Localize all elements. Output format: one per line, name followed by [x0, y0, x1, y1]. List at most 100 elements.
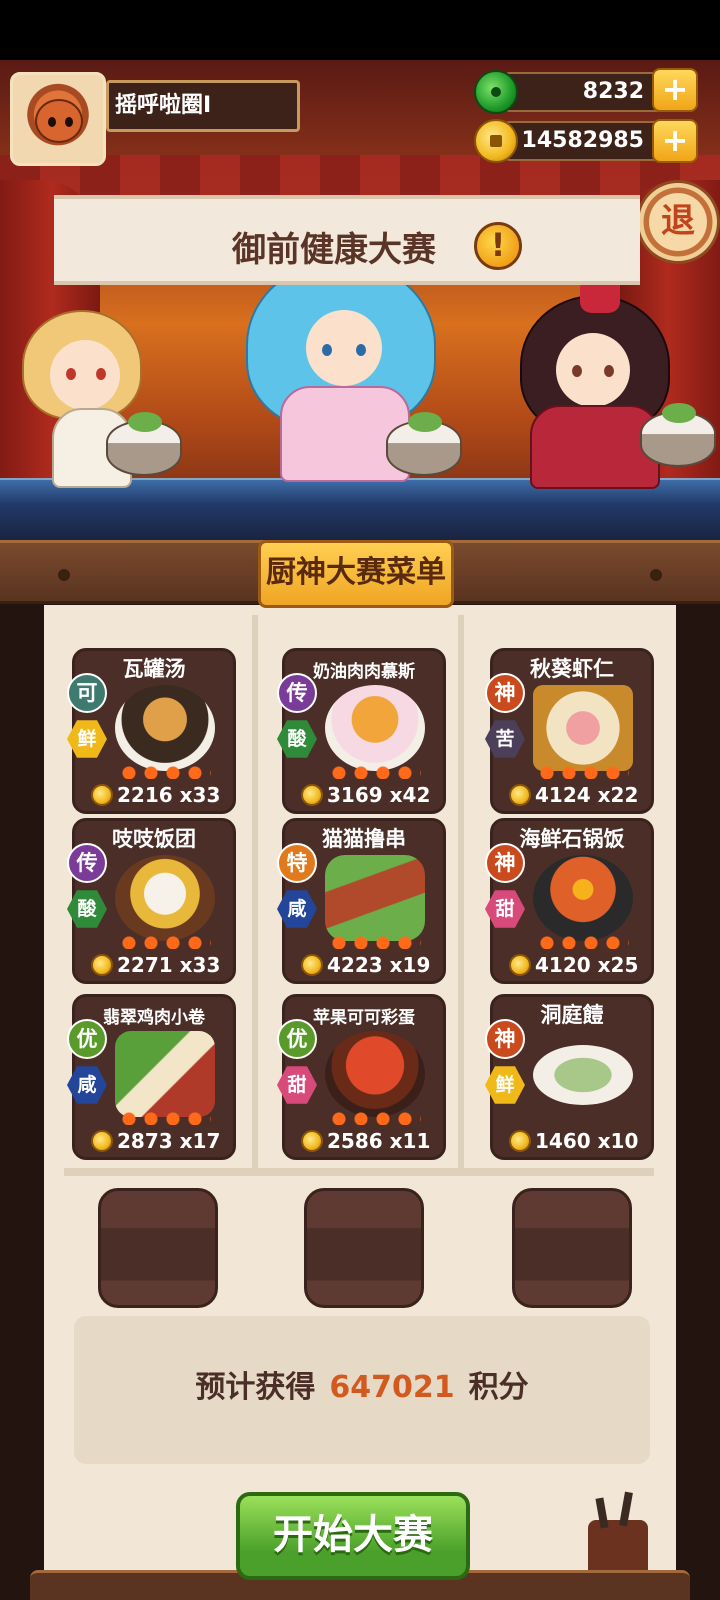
dish-price: 2586 x11 — [301, 1129, 430, 1153]
coin-amount: 14582985 — [521, 128, 644, 153]
price-value: 2873 — [117, 1129, 173, 1153]
rank-badge: 神 — [485, 673, 525, 713]
taste-badge: 甜 — [277, 1066, 317, 1104]
jade-amount: 8232 — [582, 79, 644, 104]
coin-icon — [301, 1130, 323, 1152]
dish-price: 2873 x17 — [91, 1129, 220, 1153]
estimate-text: 预计获得 647021 积分 — [74, 1362, 650, 1406]
dish-slot-2[interactable] — [304, 1188, 424, 1308]
chef-right[interactable] — [490, 277, 720, 495]
estimate-suffix: 积分 — [468, 1370, 529, 1405]
estimate-panel: 预计获得 647021 积分 — [74, 1316, 650, 1464]
menu-divider — [64, 1168, 654, 1176]
event-title: 御前健康大赛 — [232, 230, 436, 270]
coin-icon — [301, 784, 323, 806]
taste-badge: 鲜 — [485, 1066, 525, 1104]
price-value: 3169 — [327, 783, 383, 807]
player-avatar[interactable] — [10, 72, 106, 166]
dish-count: x22 — [597, 783, 639, 807]
dish-card[interactable]: 苹果可可彩蛋 优 甜 2586 x11 — [277, 994, 446, 1160]
dish-count: x25 — [597, 953, 639, 977]
flame-icons — [331, 765, 421, 779]
dish-card[interactable]: 洞庭饐 神 鲜 1460 x10 — [485, 994, 654, 1160]
rank-badge: 传 — [277, 673, 317, 713]
dish-card[interactable]: 奶油肉肉慕斯 传 酸 3169 x42 — [277, 648, 446, 814]
coin-icon — [301, 954, 323, 976]
flame-icons — [121, 765, 211, 779]
cake-plate-right — [640, 403, 716, 467]
flame-icons — [539, 935, 629, 949]
dish-count: x19 — [389, 953, 431, 977]
dish-price: 4124 x22 — [509, 783, 638, 807]
rank-badge: 可 — [67, 673, 107, 713]
dish-price: 2216 x33 — [91, 783, 220, 807]
menu-header: 厨神大赛菜单 — [258, 540, 454, 608]
dish-image — [115, 1031, 215, 1117]
chef-left[interactable] — [0, 300, 210, 500]
dish-image — [533, 1045, 633, 1105]
taste-badge: 酸 — [67, 890, 107, 928]
flame-icons — [331, 935, 421, 949]
exit-button[interactable]: 退 — [636, 180, 720, 264]
add-jade-button[interactable]: + — [652, 68, 698, 112]
dish-card[interactable]: 猫猫撸串 特 咸 4223 x19 — [277, 818, 446, 984]
coin-icon — [509, 784, 531, 806]
dish-price: 1460 x10 — [509, 1129, 638, 1153]
dish-slot-3[interactable] — [512, 1188, 632, 1308]
taste-badge: 酸 — [277, 720, 317, 758]
menu-divider — [458, 615, 464, 1175]
jade-counter: 8232 — [502, 72, 664, 112]
start-contest-button[interactable]: 开始大赛 — [236, 1492, 470, 1580]
coin-icon — [91, 954, 113, 976]
dish-count: x17 — [179, 1129, 221, 1153]
rank-badge: 神 — [485, 1019, 525, 1059]
dish-card[interactable]: 秋葵虾仁 神 苦 4124 x22 — [485, 648, 654, 814]
price-value: 2216 — [117, 783, 173, 807]
taste-badge: 咸 — [67, 1066, 107, 1104]
jade-icon — [474, 70, 518, 114]
price-value: 2586 — [327, 1129, 383, 1153]
dish-count: x10 — [597, 1129, 639, 1153]
dish-count: x33 — [179, 953, 221, 977]
dish-card[interactable]: 吱吱饭团 传 酸 2271 x33 — [67, 818, 236, 984]
dish-price: 4120 x25 — [509, 953, 638, 977]
estimate-prefix: 预计获得 — [195, 1370, 316, 1405]
taste-badge: 苦 — [485, 720, 525, 758]
dish-image — [325, 685, 425, 771]
flame-icons — [331, 1111, 421, 1125]
player-name: 摇呼啦圈I — [106, 80, 300, 132]
coin-icon — [91, 1130, 113, 1152]
price-value: 4124 — [535, 783, 591, 807]
rank-badge: 传 — [67, 843, 107, 883]
price-value: 4223 — [327, 953, 383, 977]
avatar-face — [35, 99, 83, 143]
dish-price: 2271 x33 — [91, 953, 220, 977]
cake-plate-left — [106, 412, 182, 476]
estimate-value: 647021 — [329, 1370, 455, 1405]
status-bar — [0, 0, 720, 60]
dish-slot-1[interactable] — [98, 1188, 218, 1308]
dish-card[interactable]: 海鲜石锅饭 神 甜 4120 x25 — [485, 818, 654, 984]
dish-image — [115, 685, 215, 771]
rank-badge: 优 — [277, 1019, 317, 1059]
coin-icon — [474, 119, 518, 163]
menu-divider — [252, 615, 258, 1175]
rank-badge: 优 — [67, 1019, 107, 1059]
info-alert-icon[interactable]: ! — [474, 222, 522, 270]
dish-card[interactable]: 翡翠鸡肉小卷 优 咸 2873 x17 — [67, 994, 236, 1160]
dish-card[interactable]: 瓦罐汤 可 鲜 2216 x33 — [67, 648, 236, 814]
coin-icon — [509, 954, 531, 976]
taste-badge: 甜 — [485, 890, 525, 928]
price-value: 4120 — [535, 953, 591, 977]
flame-icons — [121, 935, 211, 949]
dish-image — [115, 855, 215, 941]
flame-icons — [539, 765, 629, 779]
dish-count: x42 — [389, 783, 431, 807]
dish-price: 3169 x42 — [301, 783, 430, 807]
add-coin-button[interactable]: + — [652, 119, 698, 163]
dish-count: x11 — [389, 1129, 431, 1153]
dish-image — [325, 1031, 425, 1117]
rank-badge: 神 — [485, 843, 525, 883]
cake-plate-mid — [386, 412, 462, 476]
coin-icon — [91, 784, 113, 806]
